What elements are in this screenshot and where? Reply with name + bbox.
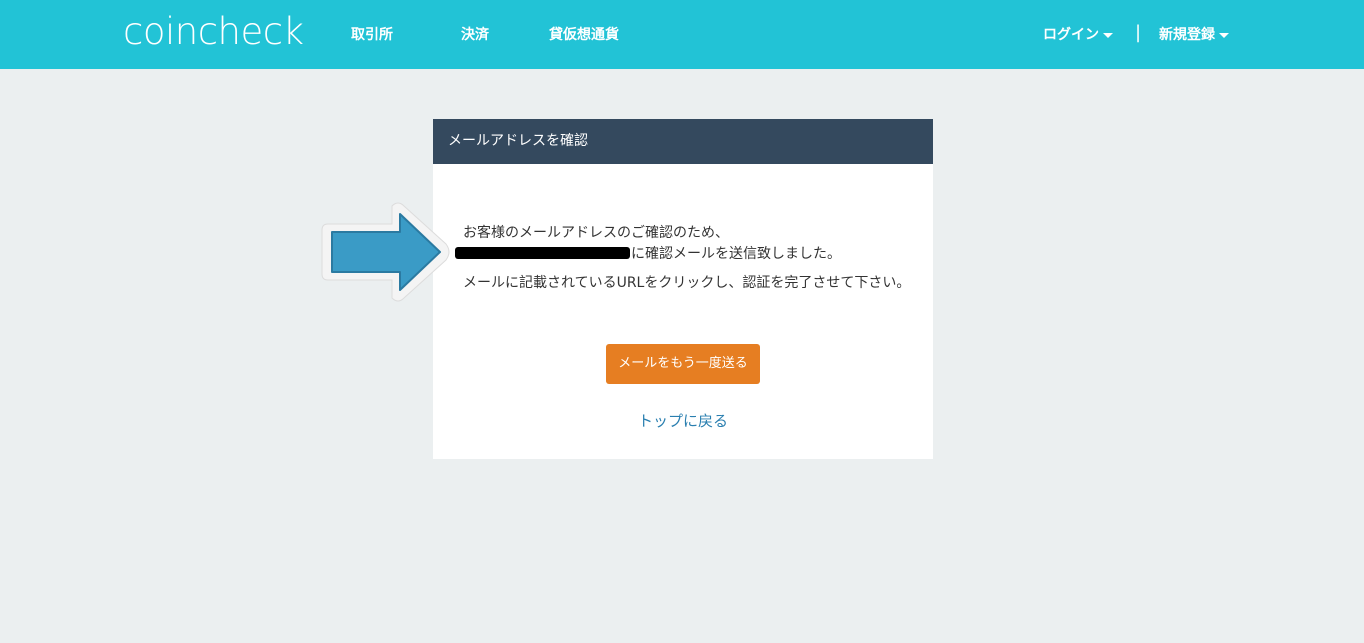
nav-exchange[interactable]: 取引所 [351,24,393,44]
nav-lending[interactable]: 貸仮想通貨 [549,24,619,44]
nav-payment[interactable]: 決済 [461,24,489,44]
signup-menu[interactable]: 新規登録 [1159,24,1229,44]
confirm-email-card: メールアドレスを確認 お客様のメールアドレスのご確認のため、 に確認メールを送信… [433,119,933,459]
redacted-email [455,247,630,259]
nav-separator: | [1135,22,1142,43]
arrow-right-icon [321,202,450,302]
caret-down-icon [1103,32,1113,38]
login-menu[interactable]: ログイン [1043,24,1113,44]
message-line-1: お客様のメールアドレスのご確認のため、 [463,225,729,241]
caret-down-icon [1219,32,1229,38]
message-line-2-text: に確認メールを送信致しました。 [631,246,841,262]
login-label: ログイン [1043,27,1099,43]
coincheck-logo[interactable]: coincheck [123,10,304,53]
resend-email-button[interactable]: メールをもう一度送る [606,344,760,384]
top-header: coincheck 取引所 決済 貸仮想通貨 ログイン | 新規登録 [0,0,1364,69]
signup-label: 新規登録 [1159,27,1215,43]
message-line-2: に確認メールを送信致しました。 [455,244,913,264]
back-to-top-link[interactable]: トップに戻る [433,410,933,431]
message-line-3: メールに記載されているURLをクリックし、認証を完了させて下さい。 [463,275,911,291]
card-title: メールアドレスを確認 [433,119,933,164]
